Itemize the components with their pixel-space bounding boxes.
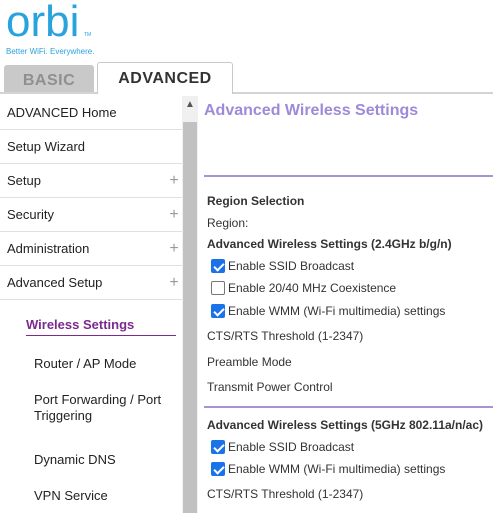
- main-content: Advanced Wireless Settings Region Select…: [200, 96, 493, 513]
- subitem-vpn-service[interactable]: VPN Service: [34, 488, 108, 503]
- expand-plus-icon[interactable]: +: [168, 266, 180, 300]
- logo-trademark: TM: [84, 32, 92, 38]
- wmm-5-checkbox[interactable]: [211, 462, 225, 476]
- expand-plus-icon[interactable]: +: [168, 232, 180, 266]
- sidebar-item-label: Security: [7, 207, 54, 222]
- subitem-wireless-settings[interactable]: Wireless Settings: [26, 317, 176, 336]
- band24-heading: Advanced Wireless Settings (2.4GHz b/g/n…: [207, 237, 452, 251]
- sidebar-item-label: Setup: [7, 173, 41, 188]
- sidebar-item-security[interactable]: Security +: [0, 198, 182, 232]
- scroll-thumb[interactable]: [183, 122, 197, 513]
- cts-rts-24-label: CTS/RTS Threshold (1-2347): [207, 329, 364, 343]
- logo-tagline: Better WiFi. Everywhere.: [6, 47, 95, 56]
- sidebar-item-advanced-setup[interactable]: Advanced Setup +: [0, 266, 182, 300]
- sidebar-item-label: Setup Wizard: [7, 139, 86, 154]
- wmm-5-label: Enable WMM (Wi-Fi multimedia) settings: [228, 462, 446, 476]
- sidebar-item-administration[interactable]: Administration +: [0, 232, 182, 266]
- ssid-broadcast-5-checkbox[interactable]: [211, 440, 225, 454]
- sidebar-item-setup[interactable]: Setup +: [0, 164, 182, 198]
- coexistence-24-label: Enable 20/40 MHz Coexistence: [228, 281, 397, 295]
- wmm-24-label: Enable WMM (Wi-Fi multimedia) settings: [228, 304, 446, 318]
- preamble-mode-label: Preamble Mode: [207, 355, 292, 369]
- ssid-broadcast-24-label: Enable SSID Broadcast: [228, 259, 355, 273]
- expand-plus-icon[interactable]: +: [168, 198, 180, 232]
- tab-advanced[interactable]: ADVANCED: [97, 62, 233, 94]
- section-divider: [204, 406, 493, 408]
- sidebar-item-label: Administration: [7, 241, 90, 256]
- sidebar-nav: ADVANCED Home Setup Wizard Setup + Secur…: [0, 96, 182, 513]
- subitem-dynamic-dns[interactable]: Dynamic DNS: [34, 452, 116, 467]
- subitem-port-forwarding[interactable]: Port Forwarding / Port Triggering: [34, 392, 174, 424]
- band5-heading: Advanced Wireless Settings (5GHz 802.11a…: [207, 418, 484, 432]
- page-title: Advanced Wireless Settings: [204, 102, 419, 119]
- sidebar-scrollbar[interactable]: ▲: [182, 96, 198, 513]
- wmm-24-checkbox[interactable]: [211, 304, 225, 318]
- expand-plus-icon[interactable]: +: [168, 164, 180, 198]
- sidebar-item-setup-wizard[interactable]: Setup Wizard: [0, 130, 182, 164]
- cts-rts-5-label: CTS/RTS Threshold (1-2347): [207, 487, 364, 501]
- scroll-up-arrow-icon[interactable]: ▲: [182, 96, 198, 114]
- ssid-broadcast-24-checkbox[interactable]: [211, 259, 225, 273]
- tab-basic[interactable]: BASIC: [4, 65, 94, 94]
- section-divider: [204, 175, 493, 177]
- region-label: Region:: [207, 216, 249, 230]
- transmit-power-label: Transmit Power Control: [207, 380, 333, 394]
- sidebar-item-label: ADVANCED Home: [7, 105, 117, 120]
- mode-tabs: BASIC ADVANCED: [0, 62, 493, 94]
- sidebar-item-label: Advanced Setup: [7, 275, 103, 290]
- subitem-router-ap-mode[interactable]: Router / AP Mode: [34, 356, 136, 371]
- ssid-broadcast-5-label: Enable SSID Broadcast: [228, 440, 355, 454]
- sidebar-item-advanced-home[interactable]: ADVANCED Home: [0, 96, 182, 130]
- coexistence-24-checkbox[interactable]: [211, 281, 225, 295]
- orbi-logo: orbi TM Better WiFi. Everywhere.: [6, 0, 126, 58]
- logo-wordmark: orbi: [6, 0, 80, 46]
- region-selection-heading: Region Selection: [207, 194, 305, 208]
